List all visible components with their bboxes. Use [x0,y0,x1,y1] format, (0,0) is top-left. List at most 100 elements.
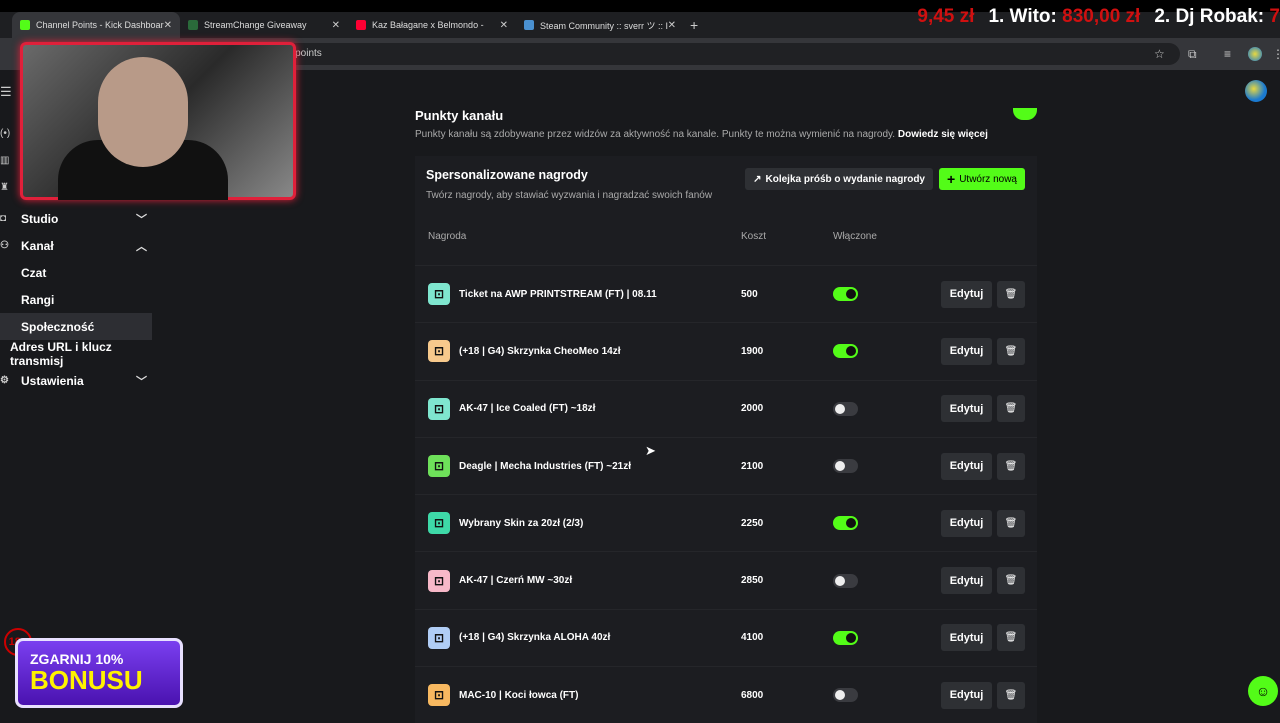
close-tab-icon[interactable]: ✕ [668,20,676,31]
reward-enabled-toggle[interactable] [833,630,858,645]
edit-button[interactable]: Edytuj [941,509,992,537]
trophy-icon[interactable]: ♜ [0,182,9,193]
webcam-overlay [20,42,296,200]
chart-icon[interactable]: ▥ [0,155,9,166]
new-tab-button[interactable]: + [690,17,698,33]
sidebar-item-czat[interactable]: Czat [0,259,155,286]
reward-cost: 500 [741,288,758,300]
youtube-favicon-icon [356,20,366,30]
chevron-down-icon: ﹀ [136,213,147,226]
stream-icon[interactable]: (•) [0,128,10,139]
reward-icon: ⊡ [428,626,450,649]
sidebar-label: Czat [21,265,47,280]
table-row: ⊡ AK-47 | Ice Coaled (FT) ~18zł 2000 Edyt… [415,379,1037,437]
edit-button[interactable]: Edytuj [941,567,992,595]
sidebar-item-studio[interactable]: ◘ Studio ﹀ [0,205,155,232]
delete-button[interactable]: 🗑 [997,337,1025,365]
reward-icon: ⊡ [428,684,450,707]
delete-button[interactable]: 🗑 [997,395,1025,423]
description-text: Punkty kanału są zdobywane przez widzów … [415,129,896,140]
create-reward-button[interactable]: + Utwórz nową [939,168,1025,190]
star-icon[interactable]: ☆ [1154,47,1165,61]
column-header: Włączone [833,231,877,242]
reward-cost: 2250 [741,517,764,529]
section-title: Punkty kanału [415,108,504,123]
tab-label: StreamChange Giveaway [204,20,307,30]
external-link-icon: ↗ [753,173,762,185]
reward-icon: ⊡ [428,569,450,592]
bonus-promo-banner[interactable]: ZGARNIJ 10% BONUSU [15,638,183,708]
media-icon[interactable]: ≡ [1224,47,1231,61]
sidebar-label: Rangi [21,292,55,307]
table-row: ⊡ MAC-10 | Koci łowca (FT) 6800 Edytuj 🗑 [415,666,1037,723]
reward-enabled-toggle[interactable] [833,287,858,302]
close-tab-icon[interactable]: ✕ [500,20,508,31]
reward-enabled-toggle[interactable] [833,344,858,359]
gear-icon: ⚙ [0,375,9,386]
reward-name: MAC-10 | Koci łowca (FT) [459,689,579,701]
close-tab-icon[interactable]: ✕ [332,20,340,31]
edit-button[interactable]: Edytuj [941,681,992,709]
reward-cost: 4100 [741,632,764,644]
reward-name: Wybrany Skin za 20zł (2/3) [459,517,584,529]
extensions-icon[interactable]: ⧉ [1188,47,1197,62]
reward-enabled-toggle[interactable] [833,401,858,416]
help-chat-button[interactable]: ☺ [1248,676,1278,706]
reward-icon: ⊡ [428,397,450,420]
profile-icon[interactable] [1248,47,1262,61]
reward-cell: ⊡ AK-47 | Czerń MW ~30zł [428,569,741,592]
delete-button[interactable]: 🗑 [997,681,1025,709]
reward-cell: ⊡ Deagle | Mecha Industries (FT) ~21zł [428,455,741,478]
sidebar-item-ustawienia[interactable]: ⚙ Ustawienia ﹀ [0,367,155,394]
reward-cell: ⊡ MAC-10 | Koci łowca (FT) [428,684,741,707]
sidebar-label: Adres URL i klucz transmisj [10,339,112,368]
card-subtitle: Twórz nagrody, aby stawiać wyzwania i na… [426,190,713,201]
edit-button[interactable]: Edytuj [941,280,992,308]
reward-enabled-toggle[interactable] [833,688,858,703]
delete-button[interactable]: 🗑 [997,624,1025,652]
delete-button[interactable]: 🗑 [997,567,1025,595]
reward-enabled-toggle[interactable] [833,573,858,588]
reward-enabled-toggle[interactable] [833,459,858,474]
url-input[interactable]: el-points [280,43,1180,65]
tab-channel-points[interactable]: Channel Points - Kick Dashboar ✕ [12,12,180,38]
reward-cost: 2000 [741,403,764,415]
reward-cell: ⊡ Wybrany Skin za 20zł (2/3) [428,512,741,535]
sidebar-item-rangi[interactable]: Rangi [0,286,155,313]
tab-streamchange[interactable]: StreamChange Giveaway ✕ [180,12,348,38]
ticker-amount: 7 [1269,6,1280,27]
close-tab-icon[interactable]: ✕ [164,20,172,31]
delete-button[interactable]: 🗑 [997,509,1025,537]
sidebar-label: Ustawienia [21,373,84,388]
reward-cost: 6800 [741,689,764,701]
edit-button[interactable]: Edytuj [941,337,992,365]
sidebar: ◘ Studio ﹀ ⚇ Kanał ︿ Czat Rangi Społeczność … [0,205,155,394]
sidebar-item-kanal[interactable]: ⚇ Kanał ︿ [0,232,155,259]
edit-button[interactable]: Edytuj [941,452,992,480]
reward-cell: ⊡ AK-47 | Ice Coaled (FT) ~18zł [428,397,741,420]
reward-enabled-toggle[interactable] [833,516,858,531]
tab-youtube[interactable]: Kaz Bałagane x Belmondo - ✕ [348,12,516,38]
trash-icon: 🗑 [1004,517,1018,529]
trash-icon: 🗑 [1004,632,1018,644]
menu-icon[interactable]: ⋮ [1272,47,1280,61]
reward-cell: ⊡ Ticket na AWP PRINTSTREAM (FT) | 08.11 [428,283,741,306]
ticker-amount: 9,45 zł [917,6,975,27]
edit-button[interactable]: Edytuj [941,624,992,652]
delete-button[interactable]: 🗑 [997,280,1025,308]
edit-button[interactable]: Edytuj [941,395,992,423]
sidebar-item-spolecznosc[interactable]: Społeczność [0,313,152,340]
hamburger-icon[interactable]: ☰ [0,84,12,100]
table-row: ⊡ Deagle | Mecha Industries (FT) ~21zł 21… [415,436,1037,494]
reward-name: Deagle | Mecha Industries (FT) ~21zł [459,460,632,472]
learn-more-link[interactable]: Dowiedz się więcej [898,129,988,140]
sidebar-item-stream-key[interactable]: Adres URL i klucz transmisj [0,339,155,368]
ticker-name: 2. Dj Robak: [1154,6,1265,27]
redemption-queue-button[interactable]: ↗ Kolejka próśb o wydanie nagrody [745,168,933,190]
button-label: Kolejka próśb o wydanie nagrody [765,173,925,185]
tab-steam[interactable]: Steam Community :: sverr ツ :: I ✕ [516,12,684,38]
delete-button[interactable]: 🗑 [997,452,1025,480]
reward-icon: ⊡ [428,512,450,535]
user-avatar[interactable] [1245,80,1267,102]
reward-cost: 1900 [741,345,764,357]
